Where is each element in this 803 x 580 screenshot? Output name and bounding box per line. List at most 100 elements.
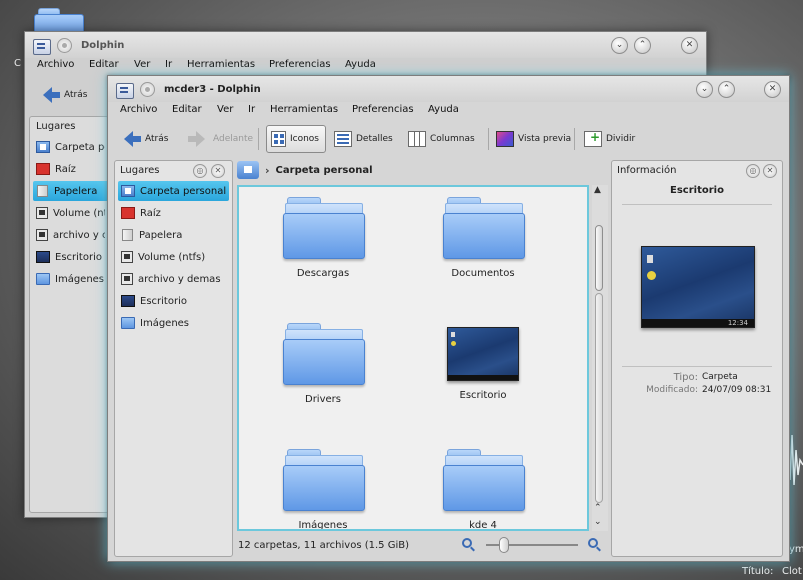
- place-desktop[interactable]: Escritorio: [118, 291, 229, 311]
- dolphin-app-icon[interactable]: [33, 39, 51, 55]
- panel-float-button[interactable]: ◎: [193, 164, 207, 178]
- dolphin-app-icon[interactable]: [116, 83, 134, 99]
- menu-preferencias[interactable]: Preferencias: [352, 104, 414, 115]
- item-label: Documentos: [451, 268, 515, 279]
- menu-herramientas[interactable]: Herramientas: [187, 59, 255, 70]
- divider: [622, 366, 772, 367]
- details-view-button[interactable]: Detalles: [334, 125, 393, 153]
- main-window-titlebar[interactable]: mcder3 - Dolphin ⌄ ⌃ ✕: [108, 76, 789, 102]
- folder-item[interactable]: Drivers: [253, 323, 393, 405]
- folder-item[interactable]: Documentos: [413, 197, 553, 279]
- maximize-button[interactable]: ⌃: [718, 81, 735, 98]
- columns-view-button[interactable]: Columnas: [408, 125, 475, 153]
- places-panel-title: Lugares: [120, 165, 160, 176]
- back-place-images[interactable]: Imágenes: [33, 269, 105, 289]
- minimize-button[interactable]: ⌄: [696, 81, 713, 98]
- menu-archivo[interactable]: Archivo: [37, 59, 74, 70]
- folder-icon: [443, 449, 525, 511]
- details-view-icon: [334, 131, 352, 147]
- split-icon: [584, 130, 602, 147]
- scrollbar-track-thumb[interactable]: [595, 293, 603, 503]
- menu-editar[interactable]: Editar: [172, 104, 202, 115]
- back-place-volume[interactable]: Volume (ntf: [33, 203, 105, 223]
- back-window-back-button[interactable]: Atrás: [43, 81, 87, 109]
- place-label: Escritorio: [55, 251, 102, 263]
- minimize-button[interactable]: ⌄: [611, 37, 628, 54]
- place-home[interactable]: Carpeta personal: [118, 181, 229, 201]
- zoom-in-icon[interactable]: [588, 538, 598, 548]
- place-label: Papelera: [139, 229, 183, 241]
- place-archivo[interactable]: archivo y demas: [118, 269, 229, 289]
- trash-icon: [122, 229, 133, 241]
- menu-ir[interactable]: Ir: [248, 104, 255, 115]
- columns-view-icon: [408, 131, 426, 147]
- back-place-archivo[interactable]: archivo y c: [33, 225, 105, 245]
- menu-ver[interactable]: Ver: [217, 104, 233, 115]
- panel-close-button[interactable]: ✕: [211, 164, 225, 178]
- menu-ayuda[interactable]: Ayuda: [345, 59, 376, 70]
- scroll-up-icon[interactable]: ▲: [594, 185, 601, 195]
- place-volume[interactable]: Volume (ntfs): [118, 247, 229, 267]
- scrollbar-thumb-top[interactable]: [595, 225, 603, 291]
- menu-herramientas[interactable]: Herramientas: [270, 104, 338, 115]
- desktop-icon: [121, 295, 135, 307]
- icons-view-button[interactable]: Iconos: [266, 125, 326, 153]
- vertical-scrollbar[interactable]: ▲ ⌃ ⌄: [592, 185, 608, 531]
- back-place-trash[interactable]: Papelera: [33, 181, 116, 201]
- back-window-title: Dolphin: [81, 40, 125, 51]
- item-label: Imágenes: [298, 520, 348, 531]
- images-folder-icon: [36, 273, 50, 285]
- back-place-desktop[interactable]: Escritorio: [33, 247, 105, 267]
- maximize-button[interactable]: ⌃: [634, 37, 651, 54]
- home-folder-icon: [121, 185, 135, 197]
- place-root[interactable]: Raíz: [118, 203, 229, 223]
- menu-editar[interactable]: Editar: [89, 59, 119, 70]
- place-label: Carpeta personal: [140, 185, 227, 197]
- drive-icon: [121, 251, 133, 263]
- zoom-out-icon[interactable]: [462, 538, 472, 548]
- menu-archivo[interactable]: Archivo: [120, 104, 157, 115]
- file-view[interactable]: Descargas Documentos Drivers Escritorio …: [237, 185, 589, 531]
- menu-ayuda[interactable]: Ayuda: [428, 104, 459, 115]
- drive-icon: [36, 229, 48, 241]
- menu-ver[interactable]: Ver: [134, 59, 150, 70]
- home-icon[interactable]: [237, 161, 259, 179]
- details-label: Detalles: [356, 134, 393, 144]
- split-button[interactable]: Dividir: [584, 125, 635, 153]
- preview-icon: [496, 131, 514, 147]
- panel-float-button[interactable]: ◎: [746, 164, 760, 178]
- scroll-up-icon[interactable]: ⌃: [594, 503, 602, 513]
- drive-icon: [36, 207, 48, 219]
- root-folder-icon: [36, 163, 50, 175]
- zoom-slider-handle[interactable]: [499, 537, 510, 553]
- back-place-home[interactable]: Carpeta pe: [33, 137, 105, 157]
- type-label: Tipo:: [673, 372, 698, 383]
- main-window[interactable]: mcder3 - Dolphin ⌄ ⌃ ✕ Archivo Editar Ve…: [107, 75, 790, 562]
- scroll-down-icon[interactable]: ⌄: [594, 517, 602, 527]
- back-window-titlebar[interactable]: Dolphin ⌄ ⌃ ✕: [25, 32, 706, 58]
- drive-icon: [121, 273, 133, 285]
- back-label: Atrás: [64, 90, 88, 100]
- chevron-right-icon: ›: [265, 163, 270, 177]
- folder-item[interactable]: Imágenes: [253, 449, 393, 531]
- forward-button[interactable]: Adelante: [188, 125, 253, 153]
- menu-ir[interactable]: Ir: [165, 59, 172, 70]
- close-button[interactable]: ✕: [764, 81, 781, 98]
- back-button[interactable]: Atrás: [124, 125, 168, 153]
- folder-item[interactable]: Escritorio: [413, 323, 553, 401]
- panel-close-button[interactable]: ✕: [763, 164, 777, 178]
- root-folder-icon: [121, 207, 135, 219]
- place-trash[interactable]: Papelera: [118, 225, 229, 245]
- back-place-root[interactable]: Raíz: [33, 159, 105, 179]
- toolbar-separator: [488, 128, 489, 150]
- pin-button[interactable]: [57, 38, 72, 53]
- folder-item[interactable]: kde 4: [413, 449, 553, 529]
- place-label: archivo y c: [53, 229, 105, 241]
- folder-item[interactable]: Descargas: [253, 197, 393, 279]
- pin-button[interactable]: [140, 82, 155, 97]
- breadcrumb-current[interactable]: Carpeta personal: [276, 165, 373, 176]
- preview-button[interactable]: Vista previa: [496, 125, 571, 153]
- menu-preferencias[interactable]: Preferencias: [269, 59, 331, 70]
- close-button[interactable]: ✕: [681, 37, 698, 54]
- place-images[interactable]: Imágenes: [118, 313, 229, 333]
